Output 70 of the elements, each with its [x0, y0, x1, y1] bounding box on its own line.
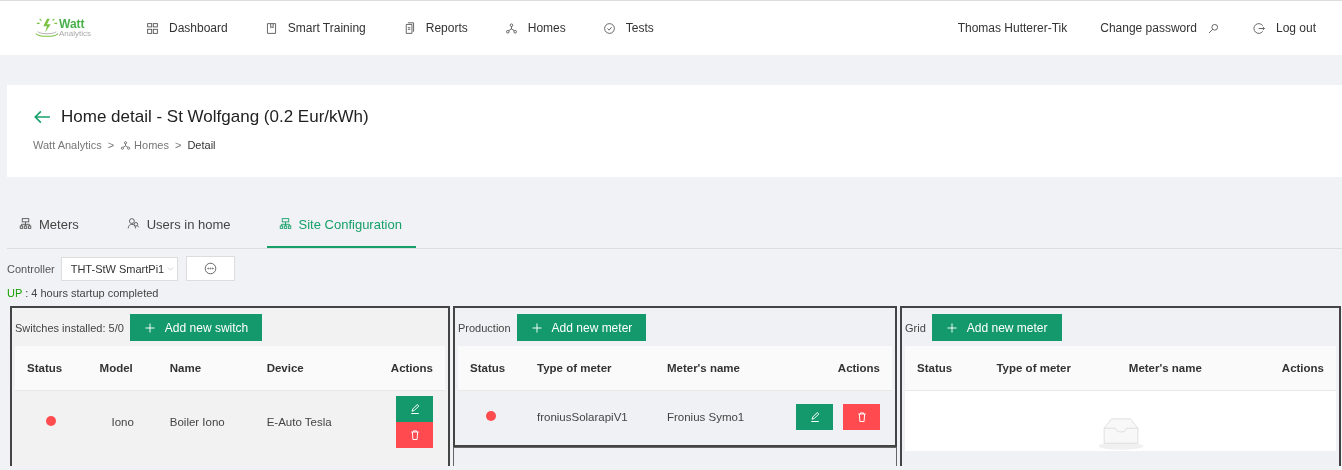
caret-icon — [166, 264, 176, 273]
column-header: Type of meter — [984, 346, 1117, 391]
breadcrumb-current: Detail — [187, 139, 216, 151]
check-circle-icon — [602, 21, 616, 35]
column-header: Name — [157, 346, 255, 391]
nav-link[interactable]: Homes — [504, 21, 566, 35]
search-icon — [1206, 21, 1220, 35]
column-header: Device — [254, 346, 364, 391]
column-header: Status — [905, 346, 985, 391]
column-header: Model — [87, 346, 158, 391]
logout-link[interactable]: Log out — [1252, 21, 1316, 35]
panel-title: Production — [458, 321, 511, 334]
add-button[interactable]: Add new meter — [931, 314, 1062, 341]
logout-icon — [1252, 21, 1266, 35]
breadcrumb-link[interactable]: Watt Analytics — [33, 139, 102, 151]
back-arrow-icon — [33, 108, 51, 126]
controller-select[interactable]: THT-StW SmartPi1 — [60, 256, 179, 281]
column-header: Meter's name — [1116, 346, 1248, 391]
network-icon — [504, 21, 518, 35]
chat-bubble-icon — [204, 262, 218, 275]
column-header: Actions — [1247, 346, 1336, 391]
plus-icon — [530, 321, 543, 334]
table-cell: E-Auto Tesla — [254, 390, 364, 453]
tab[interactable]: Meters — [7, 215, 89, 248]
edit-button[interactable] — [796, 404, 833, 430]
table-cell: froniusSolarapiV1 — [524, 390, 655, 443]
change-password-link[interactable]: Change password — [1100, 21, 1220, 35]
table-cell: Fronius Symo1 — [654, 390, 770, 443]
pencil-icon — [408, 403, 421, 415]
hierarchy-icon — [19, 217, 32, 230]
column-header: Type of meter — [524, 346, 655, 391]
book-icon — [264, 21, 278, 35]
trash-icon — [855, 411, 868, 423]
plus-icon — [945, 321, 958, 334]
pencil-icon — [808, 411, 821, 423]
plus-icon — [143, 321, 156, 334]
breadcrumb-separator: > — [107, 139, 115, 151]
column-header: Actions — [769, 346, 892, 391]
add-button[interactable]: Add new meter — [516, 314, 647, 341]
network-icon — [120, 139, 132, 151]
panel-title: Switches installed: 5/0 — [15, 321, 124, 334]
logo: Watt Analytics — [33, 16, 133, 40]
add-button[interactable]: Add new switch — [129, 314, 263, 341]
column-header: Status — [458, 346, 525, 391]
status-message: UP : 4 hours startup completed — [7, 287, 160, 299]
tab[interactable]: Users in home — [114, 215, 241, 248]
column-header: Status — [15, 346, 88, 391]
nav-link[interactable]: Tests — [602, 21, 654, 35]
page-title: Home detail - St Wolfgang (0.2 Eur/kWh) — [61, 107, 369, 127]
delete-button[interactable] — [396, 422, 433, 448]
trash-icon — [408, 429, 421, 441]
delete-button[interactable] — [843, 404, 880, 430]
breadcrumb-separator: > — [174, 139, 182, 151]
nav-link[interactable]: Dashboard — [146, 21, 228, 35]
back-button[interactable] — [33, 108, 51, 126]
grid-icon — [146, 21, 159, 35]
breadcrumb-link[interactable]: Homes — [120, 139, 169, 151]
table-cell: Iono — [87, 390, 158, 453]
nav-link[interactable]: Reports — [402, 21, 468, 35]
panel-title: Grid — [905, 321, 926, 334]
user-name: Thomas Hutterer-Tik — [957, 21, 1068, 35]
nav-link[interactable]: Smart Training — [264, 21, 366, 35]
user-search-icon — [126, 217, 140, 230]
column-header: Actions — [363, 346, 445, 391]
more-button[interactable] — [186, 256, 236, 281]
controller-label: Controller — [7, 262, 55, 275]
hierarchy-icon — [278, 217, 292, 230]
table-cell: Boiler Iono — [157, 390, 255, 453]
edit-button[interactable] — [396, 396, 433, 422]
column-header: Meter's name — [654, 346, 770, 391]
